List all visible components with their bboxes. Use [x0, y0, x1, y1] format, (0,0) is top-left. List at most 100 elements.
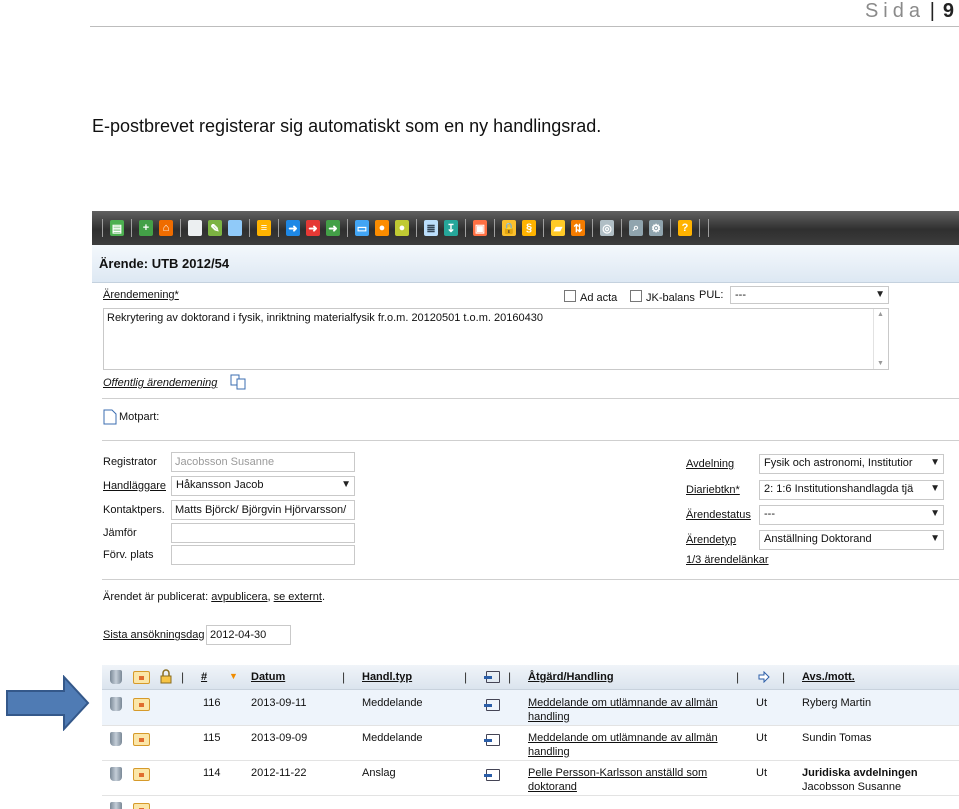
- paragraph-icon[interactable]: §: [522, 220, 536, 236]
- textarea-scrollbar[interactable]: ▲ ▼: [873, 309, 888, 369]
- sista-ansokningsdag-field[interactable]: 2012-04-30: [206, 625, 291, 645]
- envelope-column-icon[interactable]: [133, 671, 150, 687]
- arendetyp-select[interactable]: Anställning Doktorand ▼: [759, 530, 944, 550]
- magnifier-icon[interactable]: ⌕: [629, 220, 643, 236]
- avdelning-label[interactable]: Avdelning: [686, 458, 734, 470]
- row-atgard-link[interactable]: Pelle Persson-Karlsson anställd som dokt…: [528, 766, 733, 794]
- table-icon[interactable]: ≣: [424, 220, 438, 236]
- pul-select[interactable]: --- ▼: [730, 286, 889, 304]
- arendestatus-label[interactable]: Ärendestatus: [686, 509, 751, 521]
- delete-icon[interactable]: [110, 732, 122, 749]
- envelope-icon[interactable]: [133, 768, 150, 784]
- chevron-down-icon: ▼: [930, 457, 940, 468]
- row-direction: Ut: [756, 732, 767, 744]
- people-icon[interactable]: ●: [395, 220, 409, 236]
- row-atgard-link[interactable]: Meddelande om utlämnande av allmän handl…: [528, 731, 733, 759]
- datum-column-header[interactable]: Datum: [251, 671, 285, 683]
- arrow-right-red-icon[interactable]: ➜: [306, 220, 320, 236]
- add-icon[interactable]: +: [139, 220, 153, 236]
- envelope-icon[interactable]: [133, 698, 150, 714]
- row-direction: Ut: [756, 767, 767, 779]
- arendetyp-label[interactable]: Ärendetyp: [686, 534, 736, 546]
- delete-column-icon[interactable]: [110, 670, 122, 687]
- new-document-icon[interactable]: [188, 220, 202, 236]
- page-separator: |: [929, 0, 935, 22]
- num-column-header[interactable]: #: [201, 671, 207, 683]
- delete-icon[interactable]: [110, 697, 122, 714]
- help-icon[interactable]: ?: [678, 220, 692, 236]
- row-date: 2013-09-09: [251, 732, 308, 744]
- column-separator: |: [782, 670, 786, 684]
- scroll-up-icon[interactable]: ▲: [877, 311, 884, 318]
- atgard-column-header[interactable]: Åtgärd/Handling: [528, 671, 614, 683]
- sort-desc-icon[interactable]: ▼: [229, 671, 238, 681]
- ad-acta-checkbox[interactable]: [564, 290, 576, 302]
- attachment-icon[interactable]: [484, 734, 500, 749]
- sort-icon[interactable]: ⇅: [571, 220, 585, 236]
- sista-ansokningsdag-label[interactable]: Sista ansökningsdag: [103, 629, 205, 641]
- publicerat-line: Ärendet är publicerat: avpublicera, se e…: [103, 591, 325, 603]
- scroll-down-icon[interactable]: ▼: [877, 360, 884, 367]
- jk-balans-checkbox[interactable]: [630, 290, 642, 302]
- row-atgard-link[interactable]: Meddelande om utlämnande av allmän handl…: [528, 696, 733, 724]
- comma-text: ,: [267, 591, 271, 603]
- divider: [102, 579, 959, 580]
- case-titlebar: Ärende: UTB 2012/54: [92, 245, 959, 283]
- diariebtkn-select[interactable]: 2: 1:6 Institutionshandlagda tjä ▼: [759, 480, 944, 500]
- envelope-icon[interactable]: [133, 803, 150, 809]
- arrow-right-blue-icon[interactable]: ➜: [286, 220, 300, 236]
- arendelankar-link[interactable]: 1/3 ärendelänkar: [686, 554, 769, 566]
- jk-balans-option[interactable]: JK-balans: [630, 290, 695, 304]
- handlaggare-select[interactable]: Håkansson Jacob ▼: [171, 476, 355, 496]
- row-sender-secondary: Jacobsson Susanne: [802, 781, 902, 793]
- folder-icon[interactable]: ▰: [551, 220, 565, 236]
- jamfor-field[interactable]: [171, 523, 355, 543]
- diariebtkn-value: 2: 1:6 Institutionshandlagda tjä: [764, 483, 914, 495]
- delete-icon[interactable]: [110, 802, 122, 809]
- binoculars-icon[interactable]: ◎: [600, 220, 614, 236]
- arrow-right-green-icon[interactable]: ➜: [326, 220, 340, 236]
- home-icon[interactable]: ⌂: [159, 220, 173, 236]
- motpart-label[interactable]: Motpart:: [119, 411, 159, 423]
- document-icon[interactable]: [228, 220, 242, 236]
- chevron-down-icon: ▼: [341, 479, 351, 490]
- attachment-icon[interactable]: [484, 769, 500, 784]
- lock-column-icon[interactable]: [160, 669, 172, 684]
- column-separator: |: [342, 670, 346, 684]
- edit-document-icon[interactable]: ✎: [208, 220, 222, 236]
- delete-icon[interactable]: [110, 767, 122, 784]
- lock-icon[interactable]: 🔒: [502, 220, 516, 236]
- attachment-column-icon[interactable]: [484, 671, 500, 686]
- direction-column-icon[interactable]: [758, 671, 770, 683]
- handlaggare-label[interactable]: Handläggare: [103, 480, 166, 492]
- person-icon[interactable]: ●: [375, 220, 389, 236]
- table-row[interactable]: 116 2013-09-11 Meddelande Meddelande om utl…: [102, 690, 959, 726]
- diariebtkn-label[interactable]: Diariebtkn*: [686, 484, 740, 496]
- settings-icon[interactable]: ⚙: [649, 220, 663, 236]
- avdelning-select[interactable]: Fysik och astronomi, Institutior ▼: [759, 454, 944, 474]
- ad-acta-option[interactable]: Ad acta: [564, 290, 617, 304]
- window-icon[interactable]: ▣: [473, 220, 487, 236]
- se-externt-link[interactable]: se externt: [274, 591, 322, 603]
- handl-typ-column-header[interactable]: Handl.typ: [362, 671, 412, 683]
- arendemening-textarea[interactable]: Rekrytering av doktorand i fysik, inrikt…: [103, 308, 889, 370]
- kontaktpers-field[interactable]: Matts Björck/ Björgvin Hjörvarsson/: [171, 500, 355, 520]
- arendemening-label[interactable]: Ärendemening*: [103, 289, 179, 301]
- avpublicera-link[interactable]: avpublicera: [211, 591, 267, 603]
- table-row[interactable]: [102, 795, 959, 809]
- arendestatus-select[interactable]: --- ▼: [759, 505, 944, 525]
- toolbar-separator: [131, 219, 132, 237]
- offentlig-arendemening-link[interactable]: Offentlig ärendemening: [103, 377, 217, 389]
- list-icon[interactable]: ≡: [257, 220, 271, 236]
- table-row[interactable]: 114 2012-11-22 Anslag Pelle Persson-Karlsso…: [102, 760, 959, 796]
- table-row[interactable]: 115 2013-09-09 Meddelande Meddelande om utl…: [102, 725, 959, 761]
- export-icon[interactable]: ↧: [444, 220, 458, 236]
- card-icon[interactable]: ▭: [355, 220, 369, 236]
- avs-mott-column-header[interactable]: Avs./mott.: [802, 671, 855, 683]
- copy-text-icon[interactable]: [230, 374, 248, 390]
- attachment-icon[interactable]: [484, 699, 500, 714]
- save-icon[interactable]: ▤: [110, 220, 124, 236]
- row-type: Meddelande: [362, 732, 423, 744]
- envelope-icon[interactable]: [133, 733, 150, 749]
- forv-plats-field[interactable]: [171, 545, 355, 565]
